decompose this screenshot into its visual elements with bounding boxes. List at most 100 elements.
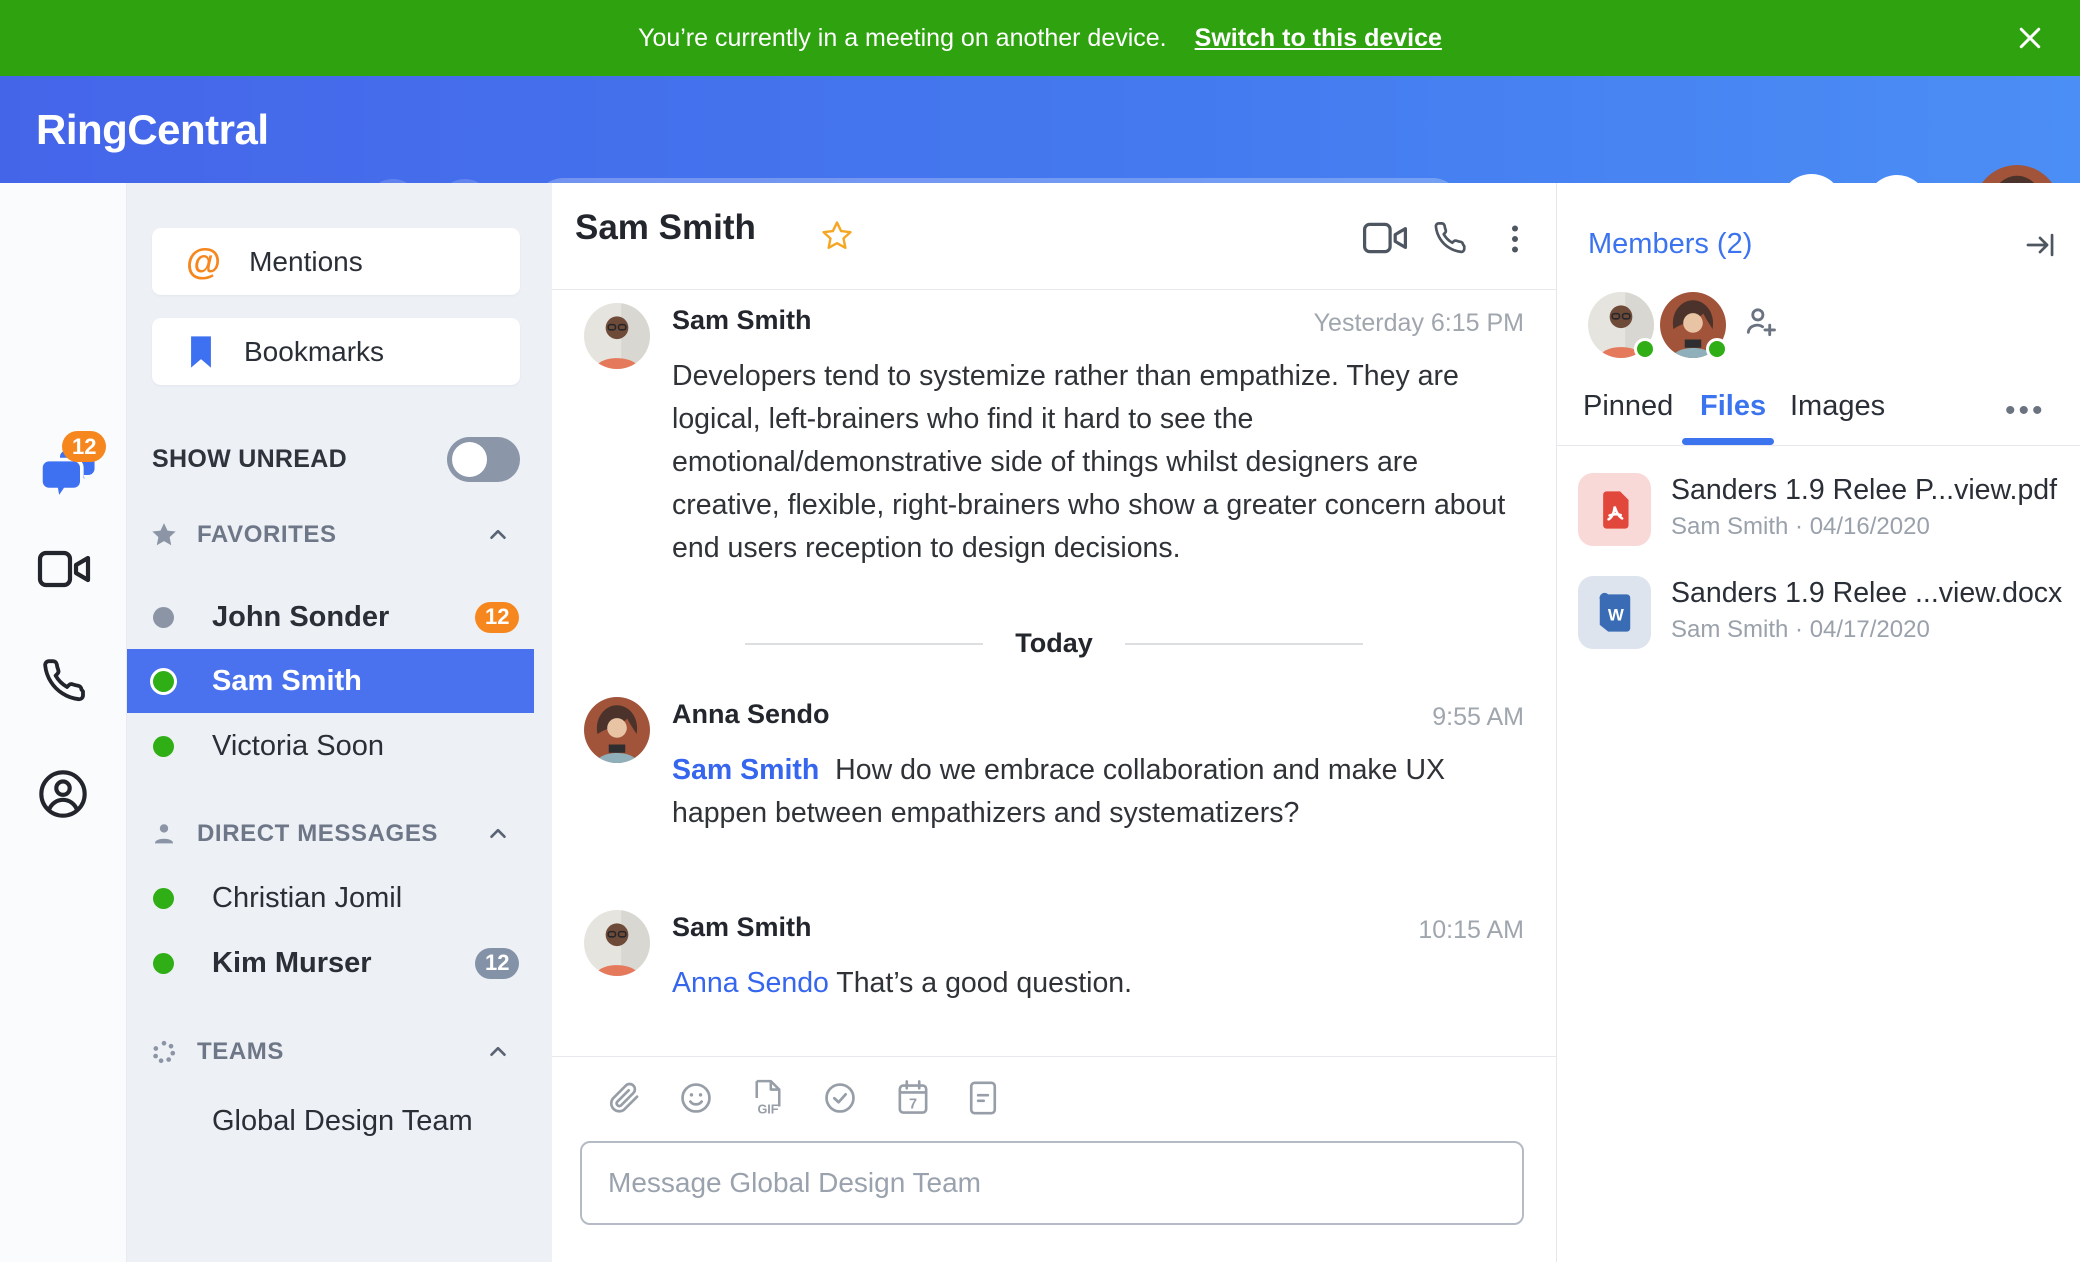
chevron-up-icon: [484, 521, 512, 549]
sidebar-item-christian-jomil[interactable]: Christian Jomil: [127, 866, 534, 930]
divider-line: [745, 643, 983, 645]
new-note-button[interactable]: [963, 1078, 1003, 1118]
ringcentral-app: You’re currently in a meeting on another…: [0, 0, 2080, 1262]
direct-messages-title: DIRECT MESSAGES: [197, 820, 438, 848]
contact-name: Christian Jomil: [212, 882, 402, 915]
switch-device-link[interactable]: Switch to this device: [1195, 24, 1442, 53]
avatar[interactable]: [584, 697, 650, 763]
meeting-banner: You’re currently in a meeting on another…: [0, 0, 2080, 76]
panel-tabs: Pinned Files Images •••: [1557, 376, 2080, 446]
chat-title: Sam Smith: [575, 208, 756, 248]
show-unread-label: SHOW UNREAD: [152, 445, 347, 474]
tab-files[interactable]: Files: [1700, 390, 1766, 423]
video-camera-icon: [1362, 221, 1408, 255]
new-event-button[interactable]: 7: [893, 1078, 933, 1118]
sidebar-item-kim-murser[interactable]: Kim Murser 12: [127, 931, 534, 995]
sidebar-item-global-design-team[interactable]: Global Design Team: [127, 1089, 534, 1153]
presence-dot-online: [153, 953, 174, 974]
sidebar-item-mentions[interactable]: @ Mentions: [152, 228, 520, 295]
composer-divider: [552, 1056, 1556, 1057]
team-dots-icon: [150, 1038, 178, 1066]
avatar[interactable]: [584, 910, 650, 976]
file-row[interactable]: Sanders 1.9 Relee P...view.pdf Sam Smith…: [1557, 473, 2080, 559]
star-icon: [150, 521, 178, 549]
active-tab-underline: [1682, 438, 1774, 445]
chevron-up-icon: [484, 820, 512, 848]
rail-video-button[interactable]: [37, 549, 91, 589]
file-row[interactable]: W Sanders 1.9 Relee ...view.docx Sam Smi…: [1557, 576, 2080, 662]
mentions-label: Mentions: [249, 246, 363, 278]
message-input[interactable]: [582, 1143, 1522, 1223]
direct-messages-section-header[interactable]: DIRECT MESSAGES: [127, 817, 552, 851]
at-mention-icon: @: [186, 241, 221, 283]
tab-images[interactable]: Images: [1790, 390, 1885, 423]
phone-icon: [1432, 221, 1468, 257]
favorites-section-header[interactable]: FAVORITES: [127, 518, 552, 552]
message-author[interactable]: Sam Smith: [672, 305, 812, 336]
chat-column: Sam Smith: [552, 183, 1557, 1262]
message-text-body: That’s a good question.: [836, 967, 1132, 999]
new-task-button[interactable]: [820, 1078, 860, 1118]
rail-contacts-button[interactable]: [37, 768, 89, 820]
person-icon: [150, 820, 178, 848]
presence-dot-away: [153, 607, 174, 628]
presence-dot-online: [153, 671, 174, 692]
gif-label: GIF: [757, 1102, 778, 1116]
video-camera-icon: [37, 549, 91, 589]
date-divider: Today: [552, 628, 1556, 659]
show-unread-toggle[interactable]: [447, 437, 520, 482]
contact-name: Sam Smith: [212, 665, 362, 698]
file-meta: Sam Smith · 04/16/2020: [1671, 513, 1930, 541]
person-plus-icon: [1742, 303, 1780, 341]
avatar[interactable]: [584, 303, 650, 369]
message-timestamp: Yesterday 6:15 PM: [1314, 309, 1524, 338]
emoji-button[interactable]: [676, 1078, 716, 1118]
favorites-title: FAVORITES: [197, 521, 337, 549]
contact-name: John Sonder: [212, 601, 389, 634]
favorite-star-icon[interactable]: [820, 219, 854, 253]
divider-line: [1125, 643, 1363, 645]
message-author[interactable]: Sam Smith: [672, 912, 812, 943]
member-presence-dot: [1706, 338, 1728, 360]
members-link[interactable]: Members (2): [1588, 228, 1752, 261]
check-circle-icon: [823, 1081, 857, 1115]
bookmark-icon: [186, 335, 216, 369]
gif-button[interactable]: GIF: [748, 1078, 788, 1118]
rail-phone-button[interactable]: [40, 658, 88, 706]
tab-pinned[interactable]: Pinned: [1583, 390, 1673, 423]
unread-count-badge: 12: [475, 602, 519, 633]
member-presence-dot: [1634, 338, 1656, 360]
sidebar-item-john-sonder[interactable]: John Sonder 12: [127, 585, 534, 649]
mention-link[interactable]: Anna Sendo: [672, 967, 829, 999]
kebab-menu-icon: [1497, 221, 1533, 257]
file-meta: Sam Smith · 04/17/2020: [1671, 616, 1930, 644]
mention-link[interactable]: Sam Smith: [672, 754, 819, 786]
pdf-file-icon: [1578, 473, 1651, 546]
message-text: Anna Sendo That’s a good question.: [672, 962, 1527, 1005]
calendar-day-label: 7: [909, 1096, 917, 1112]
messages-unread-badge: 12: [62, 431, 106, 462]
message-author[interactable]: Anna Sendo: [672, 699, 830, 730]
smiley-icon: [679, 1081, 713, 1115]
contact-circle-icon: [37, 768, 89, 820]
show-unread-row: SHOW UNREAD: [152, 437, 520, 482]
attach-file-button[interactable]: [604, 1078, 644, 1118]
teams-section-header[interactable]: TEAMS: [127, 1035, 552, 1069]
paperclip-icon: [607, 1081, 641, 1115]
ringcentral-logo: RingCentral: [36, 76, 269, 183]
contact-name: Victoria Soon: [212, 730, 384, 763]
start-video-button[interactable]: [1362, 221, 1408, 255]
add-member-button[interactable]: [1742, 303, 1780, 341]
collapse-panel-button[interactable]: [2023, 228, 2059, 264]
sidebar-item-victoria-soon[interactable]: Victoria Soon: [127, 714, 534, 778]
presence-dot-online: [153, 736, 174, 757]
sidebar-item-bookmarks[interactable]: Bookmarks: [152, 318, 520, 385]
calendar-icon: 7: [896, 1080, 930, 1116]
sam-smith-avatar-image: [584, 303, 650, 369]
start-call-button[interactable]: [1432, 221, 1468, 257]
tabs-more-button[interactable]: •••: [2005, 394, 2046, 428]
contact-name: Kim Murser: [212, 947, 372, 980]
conversation-more-button[interactable]: [1497, 221, 1533, 257]
sidebar-item-sam-smith[interactable]: Sam Smith: [127, 649, 534, 713]
banner-close-button[interactable]: [2006, 14, 2054, 62]
